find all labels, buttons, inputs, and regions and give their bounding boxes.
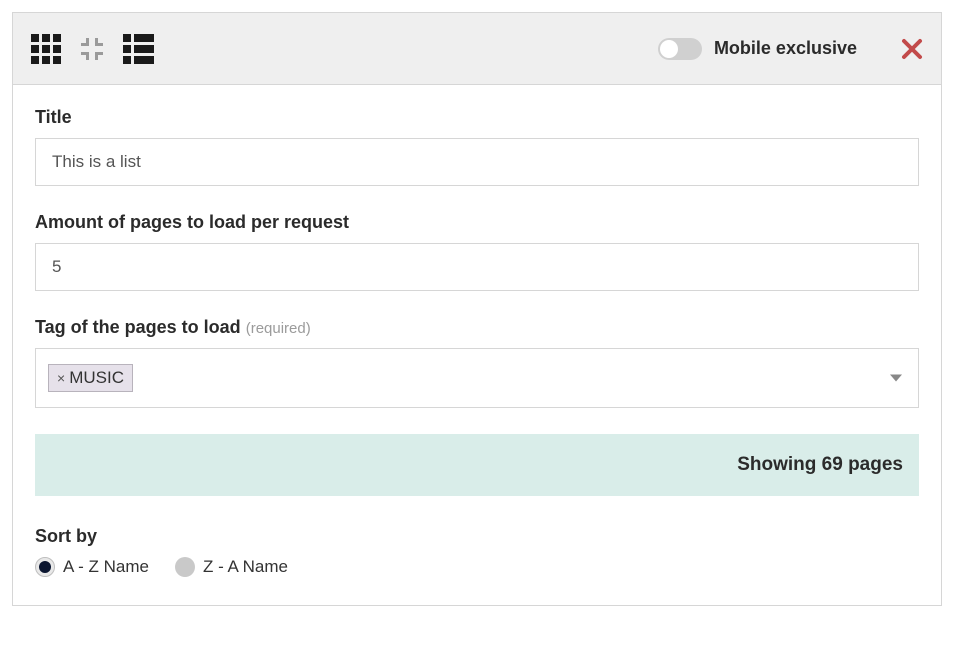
- tag-chip: × MUSIC: [48, 364, 133, 392]
- tag-label-text: Tag of the pages to load: [35, 317, 241, 337]
- close-icon[interactable]: [901, 38, 923, 60]
- grid-view-icon[interactable]: [31, 34, 61, 64]
- title-input[interactable]: [35, 138, 919, 186]
- dropdown-caret-icon[interactable]: [890, 375, 902, 382]
- showing-pages-banner: Showing 69 pages: [35, 434, 919, 496]
- tag-remove-icon[interactable]: ×: [57, 370, 65, 386]
- amount-label: Amount of pages to load per request: [35, 212, 919, 233]
- list-view-icon[interactable]: [123, 34, 154, 64]
- mobile-exclusive-toggle-group: Mobile exclusive: [658, 38, 857, 60]
- mobile-exclusive-label: Mobile exclusive: [714, 38, 857, 59]
- toolbar: Mobile exclusive: [13, 13, 941, 85]
- sort-option-label: A - Z Name: [63, 557, 149, 577]
- sort-option-za[interactable]: Z - A Name: [175, 557, 288, 577]
- collapse-icon[interactable]: [79, 36, 105, 62]
- tag-required-hint: (required): [246, 320, 311, 337]
- tag-chip-label: MUSIC: [69, 368, 124, 388]
- form-body: Title Amount of pages to load per reques…: [13, 85, 941, 605]
- title-label: Title: [35, 107, 919, 128]
- radio-icon: [35, 557, 55, 577]
- title-field-group: Title: [35, 107, 919, 186]
- tag-label: Tag of the pages to load (required): [35, 317, 919, 338]
- amount-input[interactable]: [35, 243, 919, 291]
- showing-pages-text: Showing 69 pages: [737, 454, 903, 476]
- settings-panel: Mobile exclusive Title Amount of pages t…: [12, 12, 942, 606]
- radio-icon: [175, 557, 195, 577]
- sort-options: A - Z Name Z - A Name: [35, 557, 919, 577]
- tag-select[interactable]: × MUSIC: [35, 348, 919, 408]
- sort-field-group: Sort by A - Z Name Z - A Name: [35, 526, 919, 577]
- amount-field-group: Amount of pages to load per request: [35, 212, 919, 291]
- sort-option-az[interactable]: A - Z Name: [35, 557, 149, 577]
- sort-label: Sort by: [35, 526, 919, 547]
- tag-field-group: Tag of the pages to load (required) × MU…: [35, 317, 919, 408]
- view-mode-group: [31, 34, 154, 64]
- mobile-exclusive-toggle[interactable]: [658, 38, 702, 60]
- sort-option-label: Z - A Name: [203, 557, 288, 577]
